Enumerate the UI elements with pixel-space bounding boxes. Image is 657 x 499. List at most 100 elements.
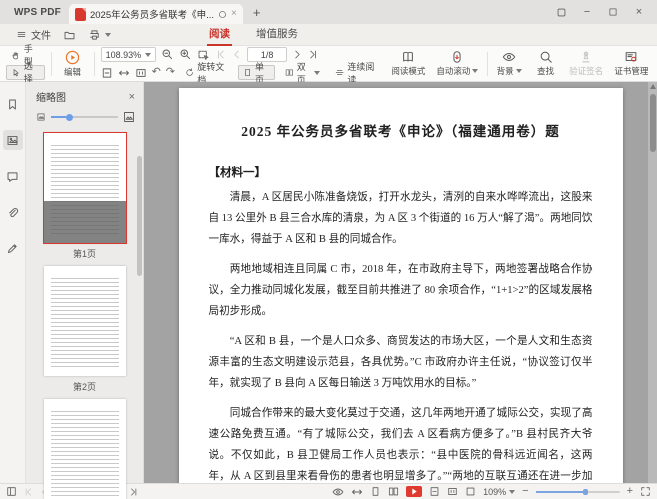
fullscreen-icon[interactable] (640, 486, 651, 497)
visible-region-overlay (44, 201, 126, 243)
certificate-icon (624, 50, 638, 64)
background-label: 背景 (497, 65, 522, 77)
rotate-document-button[interactable]: 旋转文档 (180, 65, 233, 80)
thumbnail-panel-title: 缩略图 (36, 89, 66, 104)
zoom-in-button[interactable] (179, 48, 192, 61)
background-button[interactable]: 背景 (494, 49, 525, 78)
paragraph: 同城合作带来的最大变化莫过于交通，这几年两地开通了城际公交，实现了高速公路免费互… (209, 404, 593, 483)
page-thumbnail-3[interactable] (44, 399, 126, 499)
background-caret-icon (516, 69, 522, 73)
continuous-read-button[interactable]: 连续阅读 (330, 65, 383, 80)
document-scrollbar[interactable] (648, 82, 657, 483)
app-logo[interactable]: WPS PDF (6, 7, 69, 18)
slider-knob[interactable] (66, 114, 73, 121)
auto-scroll-button[interactable]: 自动滚动 (434, 49, 481, 78)
zoom-combo[interactable]: 108.93% (101, 47, 157, 62)
slider-track[interactable] (51, 116, 118, 118)
thumbnail-list: 第1页 第2页 (26, 129, 143, 499)
single-page-icon[interactable] (370, 486, 381, 497)
next-page-button[interactable] (292, 49, 303, 60)
open-file-button[interactable] (57, 29, 82, 41)
play-slideshow-button[interactable] (406, 486, 422, 497)
printer-icon (88, 29, 101, 41)
fit-width-icon[interactable] (118, 67, 130, 79)
zoom-out-button[interactable]: − (522, 486, 528, 497)
single-page-icon (243, 67, 252, 78)
attachment-panel-icon[interactable] (3, 202, 23, 222)
background-icon[interactable] (332, 486, 344, 498)
read-mode-button[interactable]: 阅读模式 (389, 49, 428, 78)
panel-close-icon[interactable]: × (129, 91, 135, 103)
document-viewport[interactable]: 2025 年公务员多省联考《申论》（福建通用卷）题 【材料一】 清晨，A 区居民… (144, 82, 657, 483)
page-thumbnail-1[interactable]: 第1页 (44, 133, 126, 260)
fit-width-icon[interactable] (351, 486, 363, 498)
document-title: 2025 年公务员多省联考《申论》（福建通用卷）题 (209, 120, 593, 140)
page-thumbnail-2[interactable]: 第2页 (44, 266, 126, 393)
cert-manage-button[interactable]: 证书管理 (612, 49, 651, 78)
tab-read[interactable]: 阅读 (207, 23, 232, 46)
actual-size-icon[interactable] (447, 486, 458, 497)
verify-signature-label: 验证签名 (569, 65, 603, 77)
signature-panel-icon[interactable] (3, 238, 23, 258)
new-tab-button[interactable]: + (243, 5, 271, 20)
double-page-icon[interactable] (388, 486, 399, 497)
minimize-icon[interactable]: − (581, 6, 593, 18)
scrollbar-thumb[interactable] (650, 94, 656, 152)
tab-close-icon[interactable]: × (231, 9, 237, 19)
single-page-button[interactable]: 单页 (238, 65, 275, 80)
zoom-out-button[interactable] (161, 48, 174, 61)
thumbnail-image-3[interactable] (44, 399, 126, 499)
document-tab[interactable]: 2025年公务员多省联考《申... × (69, 4, 243, 24)
auto-scroll-caret-icon (472, 69, 478, 73)
rotate-icon (185, 67, 194, 78)
tab-value-services[interactable]: 增值服务 (254, 23, 300, 46)
thumbnail-scrollbar[interactable] (137, 156, 142, 276)
double-page-button[interactable]: 双页 (280, 65, 325, 80)
fit-page-icon[interactable] (429, 486, 440, 497)
fit-page-icon[interactable] (101, 67, 113, 79)
read-layout-icon[interactable] (465, 486, 476, 497)
paragraph: 清晨，A 区居民小陈准备烧饭，打开水龙头，清洌的自来水哗哗流出，这股来自 13 … (209, 188, 593, 251)
scroll-up-icon[interactable] (650, 84, 656, 89)
main-menu-button[interactable]: 文件 (10, 27, 57, 42)
thumbnail-size-slider[interactable] (26, 108, 143, 129)
thumbnail-image-1[interactable] (44, 133, 126, 243)
prev-page-button[interactable] (231, 49, 242, 60)
find-button[interactable]: 查找 (531, 49, 561, 78)
zoom-value: 109% (483, 487, 506, 497)
wps-pdf-window: WPS PDF 2025年公务员多省联考《申... × + − × (0, 0, 657, 499)
toolbar-divider (51, 52, 52, 76)
cursor-icon (11, 67, 21, 78)
side-icon-strip (0, 82, 26, 483)
auto-scroll-icon (450, 50, 464, 64)
comment-panel-icon[interactable] (3, 166, 23, 186)
zoom-in-button[interactable]: + (627, 486, 633, 497)
page-panel-toggle-icon[interactable] (6, 486, 17, 497)
thumbnail-image-2[interactable] (44, 266, 126, 376)
paragraph: “A 区和 B 县，一个是人口众多、商贸发达的市场大区，一个是人文和生态资源丰富… (209, 332, 593, 395)
book-icon (401, 50, 415, 64)
bookmark-panel-icon[interactable] (3, 94, 23, 114)
maximize-icon[interactable] (607, 6, 619, 18)
actual-size-icon[interactable] (135, 67, 147, 79)
double-page-icon (285, 67, 294, 78)
tab-sync-icon (218, 10, 227, 19)
tab-title: 2025年公务员多省联考《申... (90, 7, 214, 21)
undo-icon[interactable]: ↶ (152, 67, 161, 78)
workspace-icon[interactable] (555, 6, 567, 18)
first-page-button[interactable] (215, 49, 226, 60)
select-tool-button[interactable]: 选择 (6, 65, 45, 80)
zoom-level-combo[interactable]: 109% (483, 487, 515, 497)
print-button[interactable] (82, 29, 117, 41)
zoom-slider[interactable] (536, 491, 620, 493)
thumbnail-label-2: 第2页 (73, 380, 96, 393)
find-label: 查找 (537, 65, 554, 77)
edit-button[interactable]: 编辑 (58, 49, 88, 79)
zoom-slider-knob[interactable] (583, 489, 588, 495)
verify-signature-button: 验证签名 (567, 49, 606, 78)
last-page-button[interactable] (308, 49, 319, 60)
hamburger-icon (16, 29, 27, 40)
thumbnail-panel-icon[interactable] (3, 130, 23, 150)
close-icon[interactable]: × (633, 6, 645, 18)
redo-icon[interactable]: ↷ (166, 67, 175, 78)
